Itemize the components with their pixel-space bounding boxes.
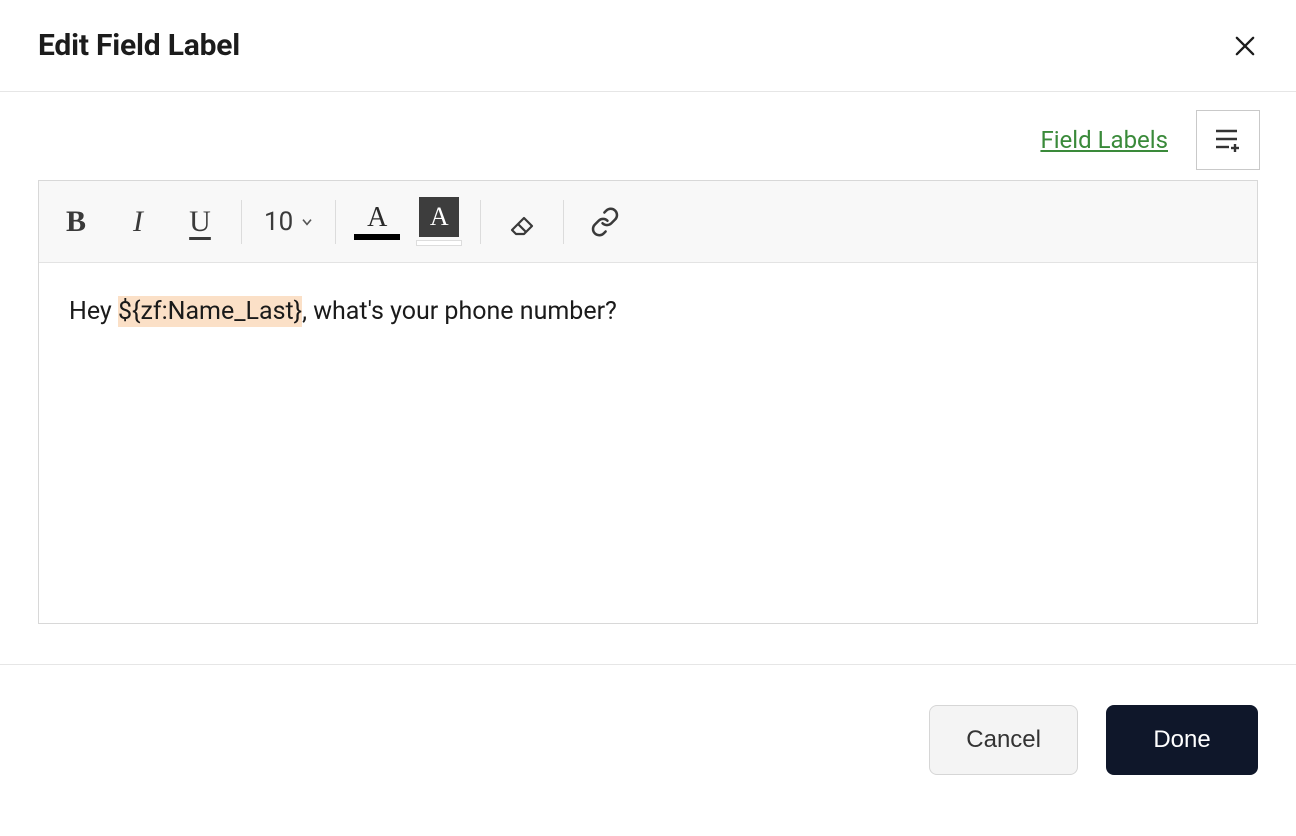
edit-field-label-modal: Edit Field Label Field Labels B I U [0,0,1296,836]
clear-format-button[interactable] [491,191,553,253]
editor-textarea[interactable]: Hey ${zf:Name_Last}, what's your phone n… [39,263,1257,623]
toolbar-separator [563,200,564,244]
underline-button[interactable]: U [169,191,231,253]
modal-header: Edit Field Label [0,0,1296,92]
link-button[interactable] [574,191,636,253]
text-before: Hey [69,297,118,326]
text-color-swatch [354,234,400,240]
modal-footer: Cancel Done [0,664,1296,815]
chevron-down-icon [301,218,313,226]
bg-color-letter: A [430,202,449,232]
font-size-value: 10 [264,207,293,237]
font-size-dropdown[interactable]: 10 [252,207,325,237]
editor-line: Hey ${zf:Name_Last}, what's your phone n… [69,293,1227,331]
editor-topbar: Field Labels [0,92,1296,180]
bg-color-swatch [416,240,462,246]
editor-toolbar: B I U 10 A [39,181,1257,263]
bg-color-box: A [419,197,459,237]
done-button[interactable]: Done [1106,705,1258,775]
rich-text-editor: B I U 10 A [38,180,1258,624]
toolbar-separator [241,200,242,244]
close-button[interactable] [1230,31,1260,61]
toolbar-separator [335,200,336,244]
eraser-icon [506,208,538,236]
toolbar-separator [480,200,481,244]
field-labels-link[interactable]: Field Labels [1040,126,1168,154]
text-after: , what's your phone number? [302,297,617,326]
text-color-button[interactable]: A [346,191,408,253]
list-plus-icon [1213,127,1243,153]
merge-token: ${zf:Name_Last} [118,296,302,327]
italic-button[interactable]: I [107,191,169,253]
background-color-button[interactable]: A [408,191,470,253]
modal-title: Edit Field Label [38,28,240,63]
text-color-letter: A [367,204,387,232]
cancel-button[interactable]: Cancel [929,705,1078,775]
insert-field-button[interactable] [1196,110,1260,170]
bold-button[interactable]: B [45,191,107,253]
close-icon [1231,32,1259,60]
link-icon [590,207,620,237]
